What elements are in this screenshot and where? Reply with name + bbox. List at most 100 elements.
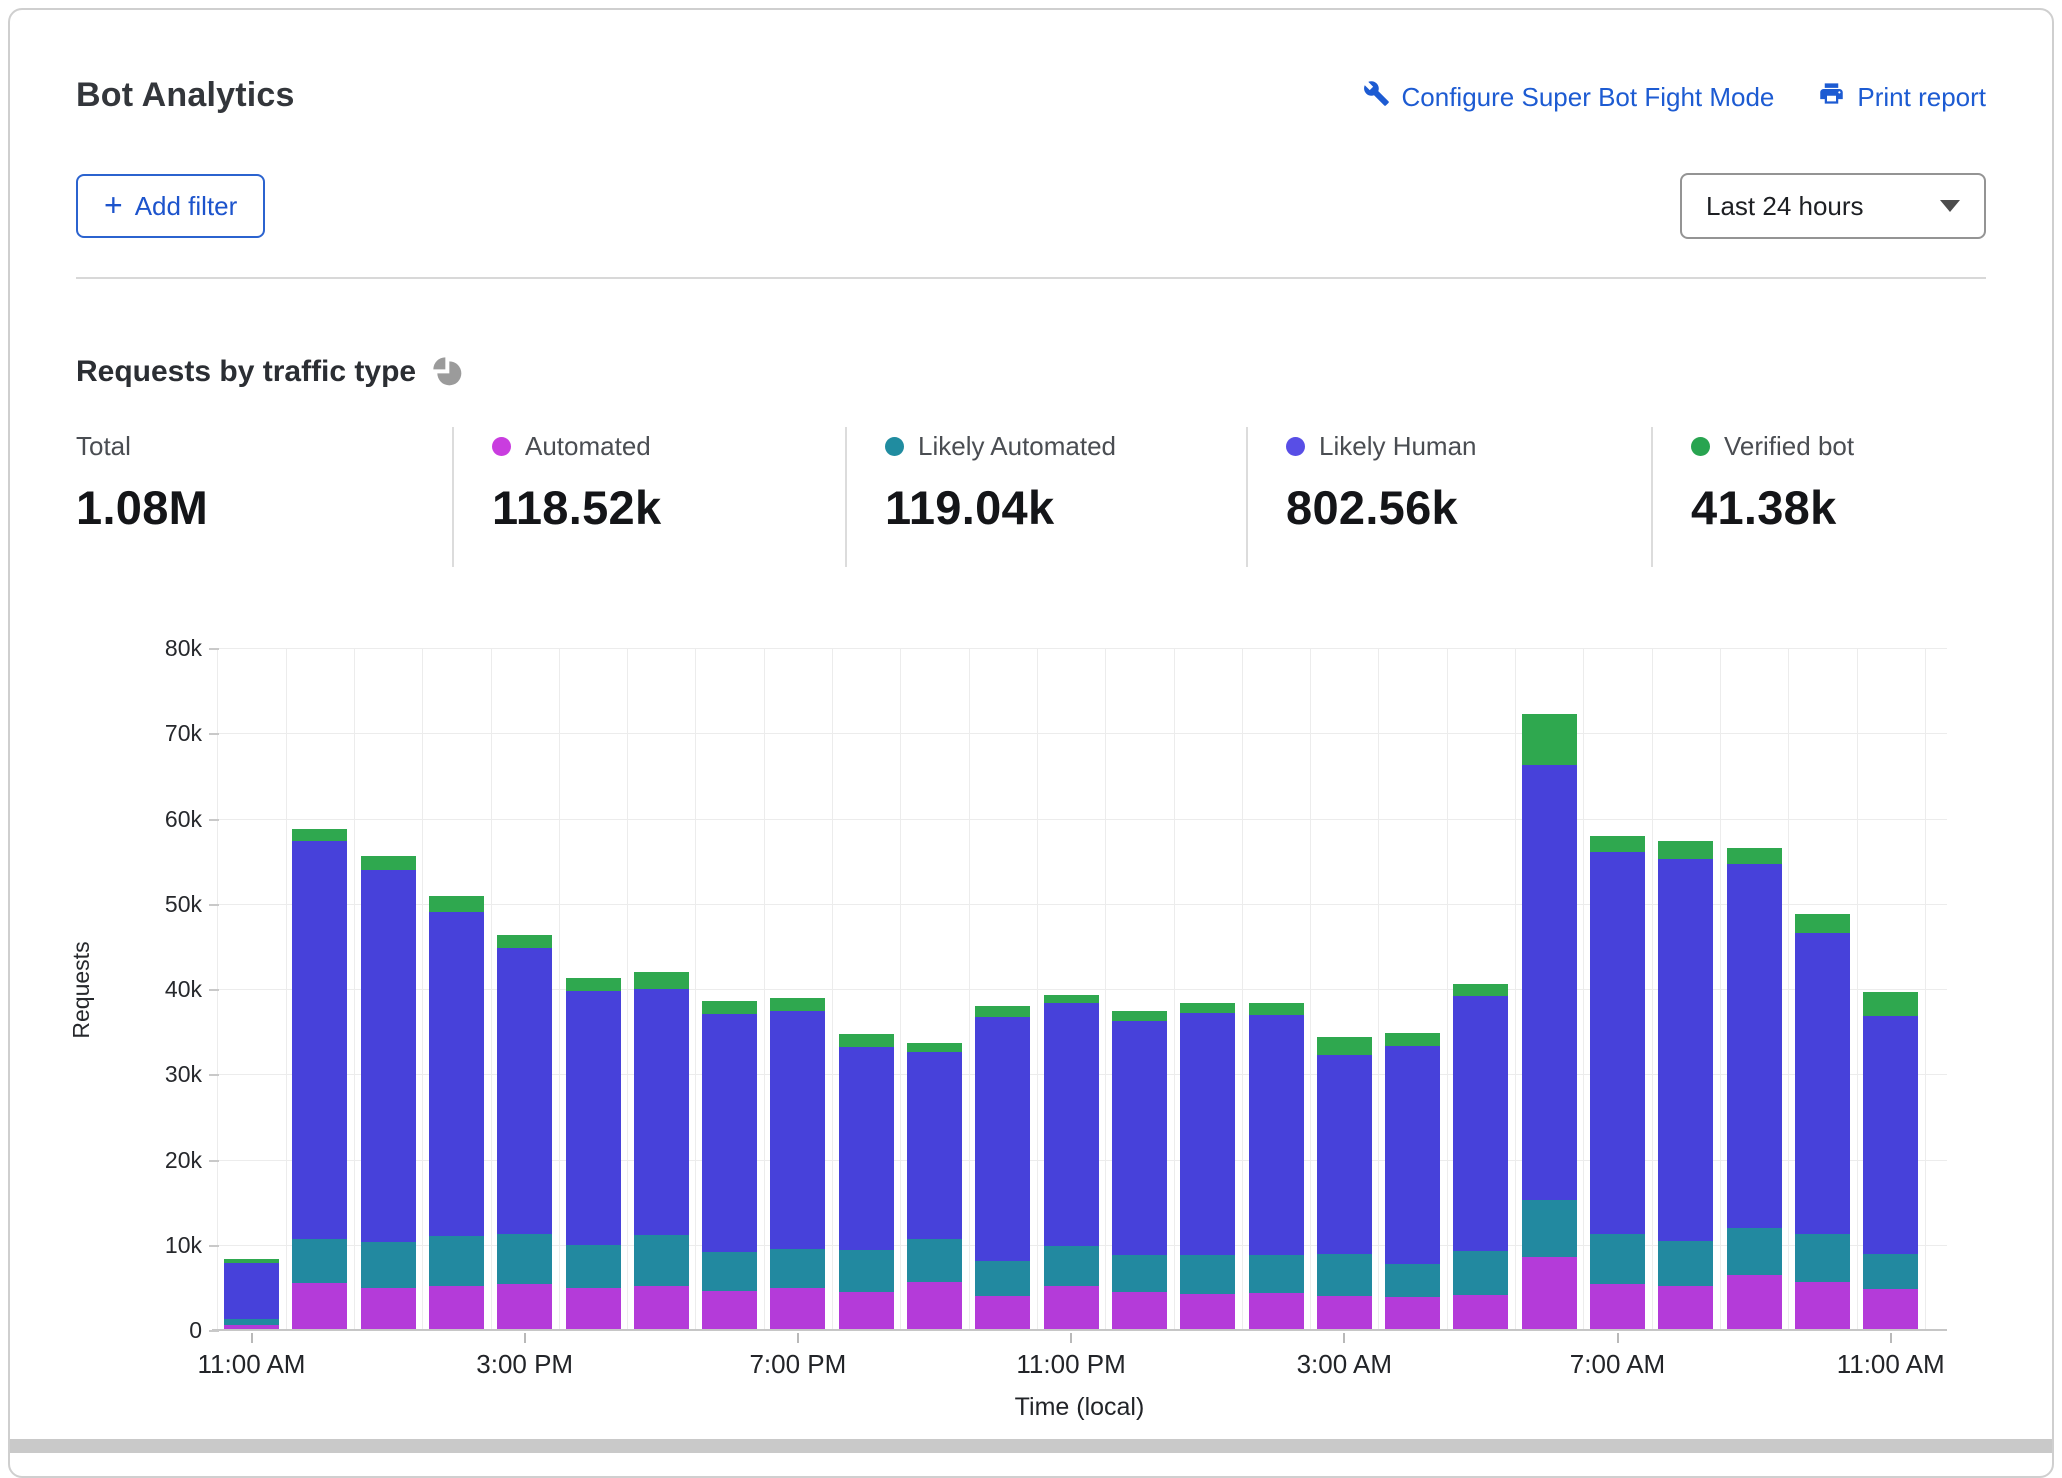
section-title: Requests by traffic type <box>76 355 416 389</box>
bar-segment-likely-automated <box>292 1239 347 1283</box>
bar-segment-automated <box>1249 1293 1304 1329</box>
bar-segment-verified-bot <box>1112 1011 1167 1021</box>
y-tick-label: 40k <box>90 976 202 1003</box>
chevron-down-icon <box>1940 200 1960 212</box>
bar-segment-likely-automated <box>1317 1254 1372 1296</box>
bar-segment-automated <box>1795 1282 1850 1329</box>
stat-likely-automated: Likely Automated 119.04k <box>845 427 1246 567</box>
configure-link-label: Configure Super Bot Fight Mode <box>1402 82 1775 113</box>
bar-segment-verified-bot <box>566 978 621 991</box>
bar-11:00 AM <box>224 1259 279 1329</box>
time-range-select[interactable]: Last 24 hours <box>1680 173 1986 239</box>
stat-value: 119.04k <box>885 480 1246 535</box>
bar-segment-likely-human <box>634 989 689 1235</box>
card-header: Bot Analytics Configure Super Bot Fight … <box>10 10 2052 279</box>
bar-segment-automated <box>975 1296 1030 1329</box>
bar-segment-likely-human <box>497 948 552 1234</box>
bar-segment-likely-automated <box>1385 1264 1440 1297</box>
bar-10:00 PM <box>975 1006 1030 1329</box>
bar-8:00 PM <box>839 1034 894 1329</box>
next-section-divider <box>10 1439 2052 1453</box>
bar-segment-automated <box>907 1282 962 1329</box>
bar-segment-verified-bot <box>361 856 416 870</box>
bar-segment-automated <box>224 1325 279 1329</box>
y-tick-label: 30k <box>90 1061 202 1088</box>
bar-segment-likely-human <box>1249 1015 1304 1255</box>
bar-segment-likely-automated <box>1453 1251 1508 1295</box>
bar-segment-likely-human <box>975 1017 1030 1261</box>
y-tick-dash <box>209 904 219 906</box>
y-tick-dash <box>209 733 219 735</box>
bar-segment-likely-human <box>1385 1046 1440 1264</box>
requests-section: Requests by traffic type Total 1.08M Aut… <box>10 355 2052 567</box>
bar-segment-verified-bot <box>1385 1033 1440 1046</box>
bar-segment-likely-human <box>1590 852 1645 1234</box>
bar-segment-verified-bot <box>975 1006 1030 1017</box>
bar-10:00 AM <box>1795 914 1850 1329</box>
bar-4:00 PM <box>566 978 621 1329</box>
y-tick-dash <box>209 1160 219 1162</box>
y-tick-label: 70k <box>90 720 202 747</box>
bar-segment-verified-bot <box>1044 995 1099 1004</box>
bar-segment-automated <box>1658 1286 1713 1329</box>
bar-segment-likely-human <box>1522 765 1577 1201</box>
x-tick-label: 11:00 AM <box>172 1349 332 1380</box>
y-tick-dash <box>209 648 219 650</box>
bar-segment-likely-human <box>566 991 621 1246</box>
bar-segment-verified-bot <box>1317 1037 1372 1054</box>
bar-segment-verified-bot <box>839 1034 894 1047</box>
gridline-v <box>1720 649 1721 1329</box>
y-tick-label: 20k <box>90 1147 202 1174</box>
bar-segment-automated <box>839 1292 894 1330</box>
bar-segment-likely-automated <box>702 1252 757 1290</box>
bar-segment-likely-human <box>1180 1013 1235 1255</box>
bar-7:00 AM <box>1590 836 1645 1329</box>
print-report-link[interactable]: Print report <box>1818 80 1986 114</box>
bar-9:00 AM <box>1727 848 1782 1329</box>
gridline-v <box>832 649 833 1329</box>
gridline-v <box>354 649 355 1329</box>
stat-automated: Automated 118.52k <box>452 427 845 567</box>
y-tick-label: 80k <box>90 635 202 662</box>
bar-segment-automated <box>292 1283 347 1329</box>
bar-1:00 PM <box>361 856 416 1329</box>
configure-super-bot-fight-mode-link[interactable]: Configure Super Bot Fight Mode <box>1363 80 1775 114</box>
bar-segment-likely-automated <box>1863 1254 1918 1289</box>
stat-value: 41.38k <box>1691 480 1986 535</box>
bar-segment-likely-human <box>1863 1016 1918 1254</box>
gridline-h <box>212 648 1947 649</box>
bar-segment-likely-automated <box>1658 1241 1713 1285</box>
header-links: Configure Super Bot Fight Mode Print rep… <box>1363 76 1986 114</box>
stat-total: Total 1.08M <box>76 427 452 567</box>
gridline-v <box>1310 649 1311 1329</box>
bar-9:00 PM <box>907 1043 962 1329</box>
gridline-v <box>286 649 287 1329</box>
bar-segment-automated <box>1385 1297 1440 1329</box>
bar-segment-likely-human <box>1044 1003 1099 1246</box>
bar-segment-likely-automated <box>907 1239 962 1282</box>
automated-dot <box>492 437 511 456</box>
bar-segment-verified-bot <box>1453 984 1508 996</box>
gridline-v <box>1447 649 1448 1329</box>
gridline-v <box>1925 649 1926 1329</box>
y-tick-label: 60k <box>90 806 202 833</box>
gridline-h <box>212 733 1947 734</box>
gridline-h <box>212 819 1947 820</box>
stat-label: Likely Human <box>1319 431 1477 462</box>
bar-5:00 PM <box>634 972 689 1329</box>
bar-segment-automated <box>566 1288 621 1329</box>
bar-segment-likely-human <box>907 1052 962 1239</box>
add-filter-button[interactable]: + Add filter <box>76 174 265 238</box>
gridline-v <box>1788 649 1789 1329</box>
bar-segment-verified-bot <box>702 1001 757 1015</box>
bar-segment-automated <box>1863 1289 1918 1329</box>
bar-12:00 AM <box>1112 1011 1167 1329</box>
bar-5:00 AM <box>1453 984 1508 1329</box>
bar-segment-automated <box>497 1284 552 1329</box>
x-tick-label: 3:00 AM <box>1264 1349 1424 1380</box>
bar-segment-likely-automated <box>361 1242 416 1288</box>
bar-segment-automated <box>1044 1286 1099 1329</box>
bar-segment-automated <box>429 1286 484 1329</box>
gridline-v <box>627 649 628 1329</box>
y-tick-dash <box>209 989 219 991</box>
